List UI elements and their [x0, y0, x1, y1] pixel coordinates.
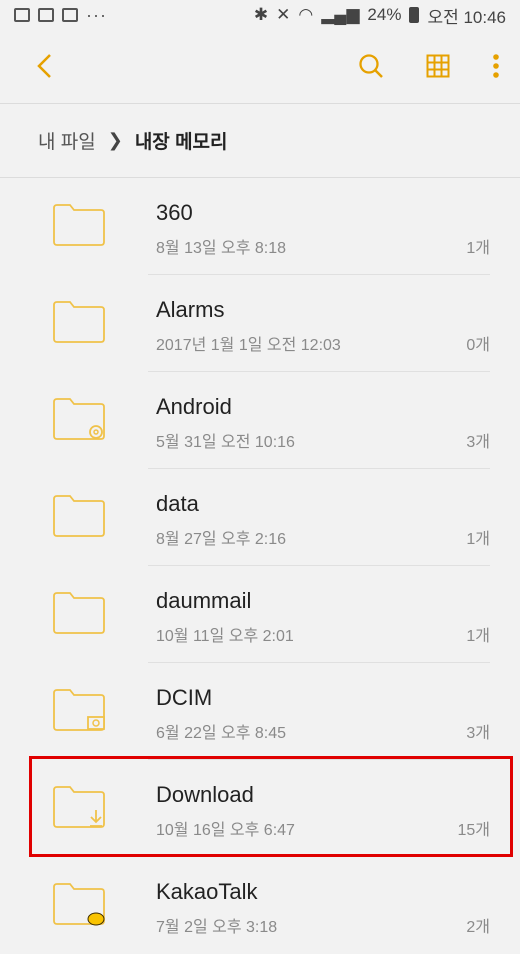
folder-date: 10월 11일 오후 2:01: [156, 628, 294, 645]
qr-icon: [38, 8, 54, 22]
folder-name: data: [156, 491, 199, 516]
folder-icon: [53, 301, 105, 343]
more-vert-icon: [493, 54, 499, 78]
folder-date: 10월 16일 오후 6:47: [156, 822, 295, 839]
breadcrumb-separator-icon: ❯: [107, 129, 123, 150]
battery-percent: 24%: [367, 5, 402, 24]
folder-item-count: 1개: [466, 240, 490, 257]
camera-badge-icon: [87, 716, 105, 730]
folder-row[interactable]: Android 5월 31일 오전 10:16 3개: [0, 372, 520, 469]
folder-icon: [53, 786, 105, 828]
settings-badge-icon: [89, 425, 103, 439]
folder-icon: [53, 592, 105, 634]
grid-view-button[interactable]: [426, 54, 450, 78]
folder-icon: [53, 398, 105, 440]
folder-name: Android: [156, 394, 232, 419]
mail-icon: [62, 8, 78, 22]
breadcrumb-root[interactable]: 내 파일: [38, 127, 96, 154]
status-right: ✱ ✕ ◠ ▂▄▆ 24% 오전 10:46: [254, 3, 506, 28]
status-left: ···: [14, 5, 107, 26]
wifi-icon: ◠: [298, 5, 314, 24]
folder-item-count: 3개: [466, 725, 490, 742]
folder-icon: [53, 204, 105, 246]
status-bar: ··· ✱ ✕ ◠ ▂▄▆ 24% 오전 10:46: [0, 0, 520, 30]
breadcrumb-current: 내장 메모리: [134, 131, 228, 153]
folder-list: 360 8월 13일 오후 8:18 1개 Alarms 2017년 1월 1일 오전 …: [0, 178, 520, 954]
folder-name: daummail: [156, 588, 252, 613]
more-options-button[interactable]: [492, 53, 500, 79]
folder-row[interactable]: Alarms 2017년 1월 1일 오전 12:03 0개: [0, 275, 520, 372]
search-icon: [359, 54, 383, 78]
folder-name: DCIM: [156, 685, 213, 710]
gallery-icon: [14, 8, 30, 22]
folder-date: 6월 22일 오후 8:45: [156, 725, 287, 742]
folder-date: 7월 2일 오후 3:18: [156, 919, 278, 936]
folder-item-count: 3개: [466, 434, 490, 451]
folder-date: 2017년 1월 1일 오전 12:03: [156, 337, 341, 354]
clock: 오전 10:46: [427, 7, 506, 27]
folder-icon: [53, 495, 105, 537]
folder-date: 8월 13일 오후 8:18: [156, 240, 287, 257]
folder-name: Alarms: [156, 297, 225, 322]
folder-name: 360: [156, 200, 193, 225]
folder-icon: [53, 689, 105, 731]
folder-item-count: 1개: [466, 531, 490, 548]
folder-row[interactable]: 360 8월 13일 오후 8:18 1개: [0, 178, 520, 275]
folder-row[interactable]: DCIM 6월 22일 오후 8:45 3개: [0, 663, 520, 760]
app-bar: [0, 30, 520, 102]
more-dots-icon: ···: [86, 4, 107, 25]
signal-icon: ▂▄▆: [321, 5, 360, 24]
mute-icon: ✕: [276, 5, 291, 24]
breadcrumb: 내 파일 ❯ 내장 메모리: [0, 104, 520, 176]
grid-view-icon: [426, 54, 450, 78]
folder-name: Download: [156, 782, 254, 807]
folder-item-count: 1개: [466, 628, 490, 645]
folder-date: 8월 27일 오후 2:16: [156, 531, 287, 548]
folder-item-count: 15개: [457, 822, 490, 839]
folder-row[interactable]: data 8월 27일 오후 2:16 1개: [0, 469, 520, 566]
folder-row[interactable]: KakaoTalk 7월 2일 오후 3:18 2개: [0, 857, 520, 954]
folder-row[interactable]: Download 10월 16일 오후 6:47 15개: [0, 760, 520, 857]
back-button[interactable]: [36, 53, 52, 79]
bluetooth-icon: ✱: [253, 5, 269, 24]
chevron-left-icon: [37, 54, 51, 78]
folder-date: 5월 31일 오전 10:16: [156, 434, 295, 451]
folder-item-count: 0개: [466, 337, 490, 354]
folder-icon: [53, 883, 105, 926]
folder-name: KakaoTalk: [156, 879, 258, 904]
search-button[interactable]: [358, 53, 384, 79]
folder-item-count: 2개: [466, 919, 490, 936]
battery-icon: [409, 7, 420, 23]
download-badge-icon: [90, 810, 102, 827]
talk-badge-icon: [87, 912, 105, 926]
folder-row[interactable]: daummail 10월 11일 오후 2:01 1개: [0, 566, 520, 663]
